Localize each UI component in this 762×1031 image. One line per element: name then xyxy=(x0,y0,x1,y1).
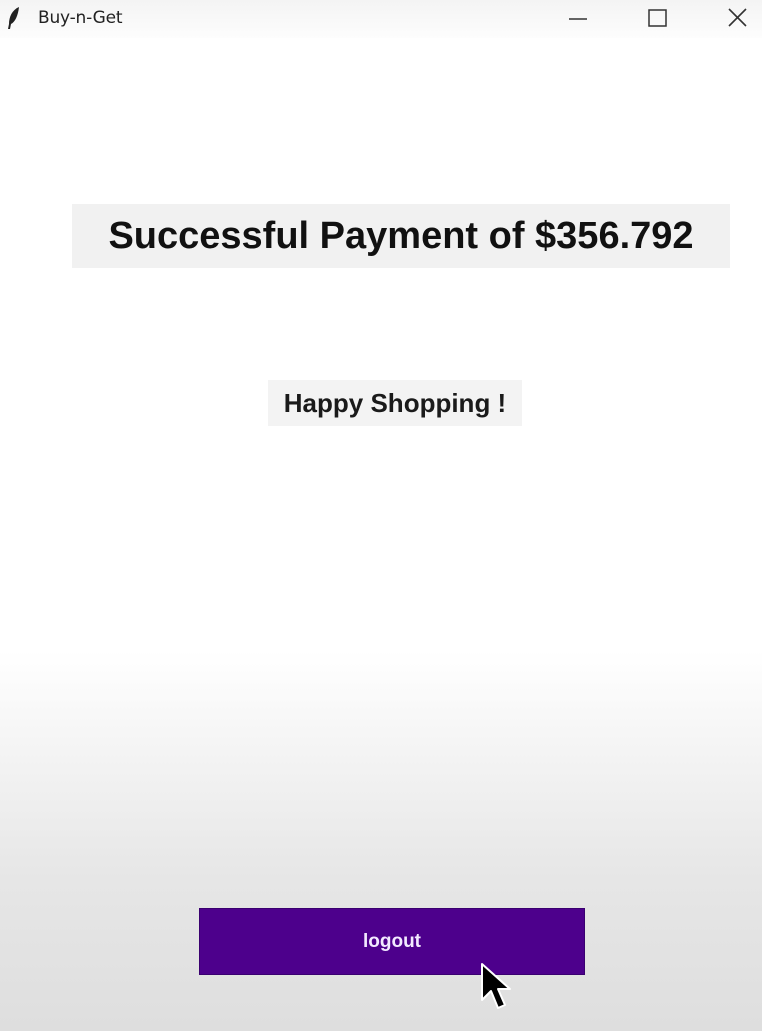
maximize-icon xyxy=(648,9,667,27)
feather-icon xyxy=(8,7,19,29)
close-button[interactable] xyxy=(714,0,760,36)
happy-shopping-label: Happy Shopping ! xyxy=(268,380,522,426)
app-window: Buy-n-Get Successful Payment of $356.792… xyxy=(0,0,762,1031)
logout-button[interactable]: logout xyxy=(199,908,585,975)
title-bar[interactable]: Buy-n-Get xyxy=(0,0,762,38)
close-icon xyxy=(728,8,747,27)
maximize-button[interactable] xyxy=(634,0,680,36)
minimize-icon xyxy=(569,18,587,20)
payment-success-label: Successful Payment of $356.792 xyxy=(72,204,730,268)
window-title: Buy-n-Get xyxy=(38,8,123,28)
minimize-button[interactable] xyxy=(555,0,601,36)
